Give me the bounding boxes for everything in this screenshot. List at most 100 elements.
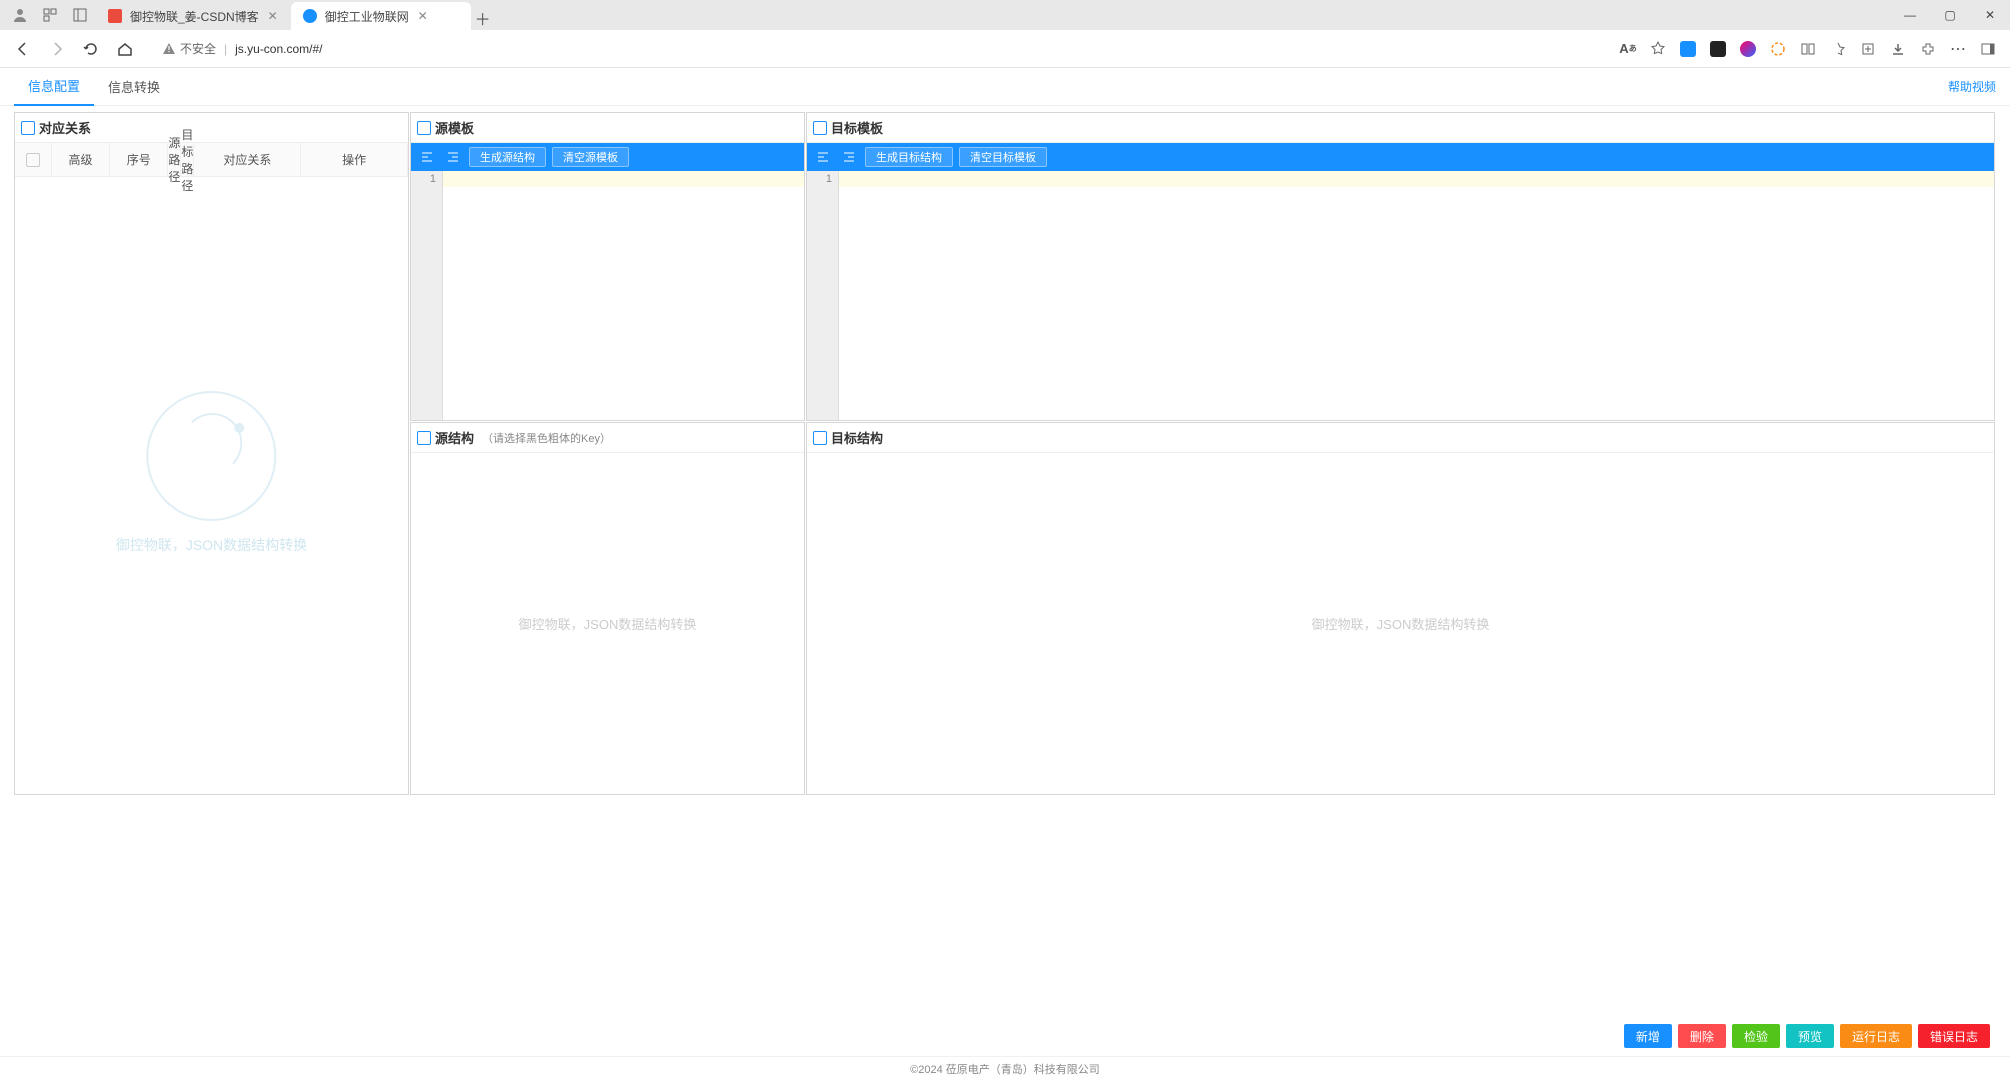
help-video-link[interactable]: 帮助视频 — [1948, 78, 1996, 95]
browser-tab-csdn[interactable]: 御控物联_姜-CSDN博客 ✕ — [96, 2, 291, 30]
gen-target-struct-button[interactable]: 生成目标结构 — [865, 147, 953, 167]
line-gutter: 1 — [411, 171, 443, 420]
col-action: 操作 — [301, 143, 408, 176]
panel-header: 源结构 （请选择黑色粗体的Key） — [411, 423, 804, 453]
extensions-icon[interactable] — [1914, 35, 1942, 63]
warning-icon: 不安全 — [162, 40, 216, 57]
tab-title: 御控物联_姜-CSDN博客 — [130, 8, 259, 25]
col-advanced: 高级 — [52, 143, 110, 176]
source-template-panel: 源模板 生成源结构 清空源模板 1 — [410, 112, 805, 421]
gen-source-struct-button[interactable]: 生成源结构 — [469, 147, 546, 167]
tab-info-convert[interactable]: 信息转换 — [94, 68, 174, 106]
errlog-button[interactable]: 错误日志 — [1918, 1024, 1990, 1048]
format-left-icon[interactable] — [417, 147, 437, 167]
clear-target-template-button[interactable]: 清空目标模板 — [959, 147, 1047, 167]
back-button[interactable] — [8, 34, 38, 64]
url-separator: | — [224, 42, 227, 56]
main-grid: 源模板 生成源结构 清空源模板 1 目标模板 生成目标结构 清空目标模板 1 — [0, 106, 2010, 1050]
target-editor[interactable]: 1 — [807, 171, 1994, 420]
window-maximize-button[interactable]: ▢ — [1930, 0, 1970, 30]
user-icon[interactable] — [12, 7, 28, 23]
ext-orange-icon[interactable] — [1764, 35, 1792, 63]
panel-title: 目标模板 — [831, 118, 883, 137]
close-icon[interactable]: ✕ — [267, 10, 279, 22]
browser-tabs: 御控物联_姜-CSDN博客 ✕ 御控工业物联网 ✕ ＋ — [96, 0, 495, 30]
col-src-path: 源路径 — [168, 143, 181, 176]
template-icon — [417, 121, 431, 135]
collections-icon[interactable] — [1854, 35, 1882, 63]
watermark: 御控物联，JSON数据结构转换 — [116, 391, 307, 555]
struct-icon — [813, 431, 827, 445]
split-icon[interactable] — [1794, 35, 1822, 63]
swap-icon — [21, 121, 35, 135]
new-tab-button[interactable]: ＋ — [471, 6, 495, 30]
col-dst-path: 目标路径 — [181, 143, 194, 176]
delete-button[interactable]: 删除 — [1678, 1024, 1726, 1048]
format-left-icon[interactable] — [813, 147, 833, 167]
panel-header: 源模板 — [411, 113, 804, 143]
footer: ©2024 莅原电产（青岛）科技有限公司 — [0, 1056, 2010, 1080]
col-relation: 对应关系 — [194, 143, 301, 176]
source-struct-body: 御控物联，JSON数据结构转换 — [411, 453, 804, 794]
url-field[interactable]: 不安全 | js.yu-con.com/#/ — [150, 35, 1604, 63]
source-editor[interactable]: 1 — [411, 171, 804, 420]
struct-icon — [417, 431, 431, 445]
sidepanel-icon[interactable] — [1974, 35, 2002, 63]
add-button[interactable]: 新增 — [1624, 1024, 1672, 1048]
runlog-button[interactable]: 运行日志 — [1840, 1024, 1912, 1048]
close-icon[interactable]: ✕ — [417, 10, 429, 22]
col-checkbox — [15, 143, 52, 176]
forward-button — [42, 34, 72, 64]
browser-titlebar: 御控物联_姜-CSDN博客 ✕ 御控工业物联网 ✕ ＋ — ▢ ✕ — [0, 0, 2010, 30]
ext-black-icon[interactable] — [1704, 35, 1732, 63]
ext-blue-icon[interactable] — [1674, 35, 1702, 63]
template-icon — [813, 121, 827, 135]
source-struct-panel: 源结构 （请选择黑色粗体的Key） 御控物联，JSON数据结构转换 — [410, 422, 805, 795]
action-bar: 新增 删除 检验 预览 运行日志 错误日志 — [1624, 1024, 1990, 1048]
preview-button[interactable]: 预览 — [1786, 1024, 1834, 1048]
placeholder-text: 御控物联，JSON数据结构转换 — [1312, 614, 1490, 633]
target-editor-toolbar: 生成目标结构 清空目标模板 — [807, 143, 1994, 171]
panel-header: 对应关系 — [15, 113, 408, 143]
download-icon[interactable] — [1884, 35, 1912, 63]
clear-source-template-button[interactable]: 清空源模板 — [552, 147, 629, 167]
tab-info-config[interactable]: 信息配置 — [14, 68, 94, 106]
code-area[interactable] — [839, 171, 1994, 420]
select-all-checkbox[interactable] — [26, 153, 40, 167]
panel-hint: （请选择黑色粗体的Key） — [482, 430, 611, 446]
panel-header: 目标结构 — [807, 423, 1994, 453]
target-struct-panel: 目标结构 御控物联，JSON数据结构转换 — [806, 422, 1995, 795]
relation-panel: 对应关系 高级 序号 源路径 目标路径 对应关系 操作 御控物联，JSON数据结… — [14, 112, 409, 795]
panel-title: 源模板 — [435, 118, 474, 137]
favicon-icon — [303, 9, 317, 23]
panel-icon[interactable] — [72, 7, 88, 23]
source-editor-toolbar: 生成源结构 清空源模板 — [411, 143, 804, 171]
relation-table-header: 高级 序号 源路径 目标路径 对应关系 操作 — [15, 143, 408, 177]
target-template-panel: 目标模板 生成目标结构 清空目标模板 1 — [806, 112, 1995, 421]
favicon-icon — [108, 9, 122, 23]
address-bar: 不安全 | js.yu-con.com/#/ Aあ ⋯ — [0, 30, 2010, 68]
home-button[interactable] — [110, 34, 140, 64]
tab-title: 御控工业物联网 — [325, 8, 409, 25]
favorites-icon[interactable] — [1824, 35, 1852, 63]
star-icon[interactable] — [1644, 35, 1672, 63]
url-text: js.yu-con.com/#/ — [235, 42, 322, 56]
refresh-button[interactable] — [76, 34, 106, 64]
format-right-icon[interactable] — [443, 147, 463, 167]
col-index: 序号 — [110, 143, 168, 176]
window-close-button[interactable]: ✕ — [1970, 0, 2010, 30]
line-gutter: 1 — [807, 171, 839, 420]
more-icon[interactable]: ⋯ — [1944, 35, 1972, 63]
url-warning-text: 不安全 — [180, 40, 216, 57]
ext-pink-icon[interactable] — [1734, 35, 1762, 63]
panel-header: 目标模板 — [807, 113, 1994, 143]
browser-tab-yucon[interactable]: 御控工业物联网 ✕ — [291, 2, 471, 30]
font-size-icon[interactable]: Aあ — [1614, 35, 1642, 63]
workspace-icon[interactable] — [42, 7, 58, 23]
panel-title: 目标结构 — [831, 428, 883, 447]
code-area[interactable] — [443, 171, 804, 420]
line-number: 1 — [411, 173, 436, 185]
format-right-icon[interactable] — [839, 147, 859, 167]
validate-button[interactable]: 检验 — [1732, 1024, 1780, 1048]
window-minimize-button[interactable]: — — [1890, 0, 1930, 30]
